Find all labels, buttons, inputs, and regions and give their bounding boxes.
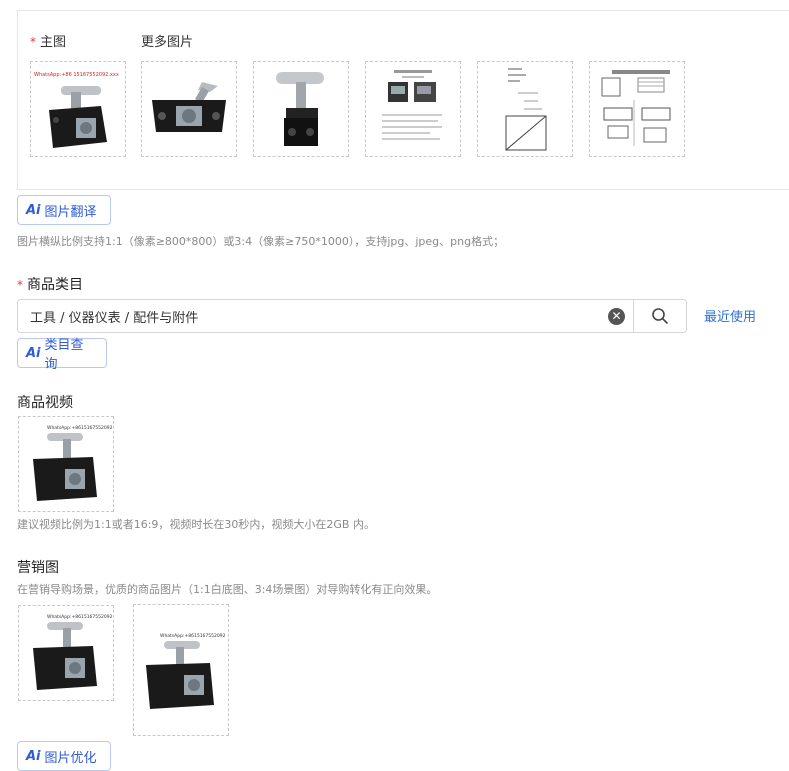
image-translate-button[interactable]: Ai 图片翻译 (17, 195, 111, 225)
video-cover-image: WhatsApp:+8615167552092 (33, 425, 113, 501)
marketing-image-portrait: WhatsApp:+8615167552092 (146, 633, 226, 709)
product-front-image: WhatsApp:+86 15167552092.xxx (34, 72, 119, 148)
more-image-thumb[interactable] (477, 61, 573, 157)
video-thumb[interactable]: WhatsApp:+8615167552092 (18, 416, 114, 512)
more-image-thumb[interactable] (253, 61, 349, 157)
technical-drawing-image (601, 70, 671, 146)
category-query-label: 类目查询 (44, 338, 84, 372)
dimension-drawing-image (505, 68, 547, 151)
search-icon (652, 308, 668, 324)
ai-icon: Ai (26, 748, 41, 764)
main-image-label: * 主图 (30, 35, 67, 50)
category-search-button[interactable] (633, 299, 687, 333)
product-side-image (276, 72, 324, 146)
marketing-image-thumb[interactable]: WhatsApp:+8615167552092 (18, 605, 114, 701)
image-translate-label: 图片翻译 (44, 204, 97, 220)
category-value: 工具 / 仪器仪表 / 配件与附件 (30, 310, 199, 326)
ai-icon: Ai (26, 202, 41, 218)
more-image-thumb[interactable] (589, 61, 685, 157)
product-back-image (152, 82, 226, 132)
watermark-text: WhatsApp:+8615167552092 (47, 425, 113, 431)
image-format-hint: 图片横纵比例支持1:1（像素≥800*800）或3:4（像素≥750*1000）… (17, 235, 505, 248)
marketing-hint: 在营销导购场景，优质的商品图片（1:1白底图、3:4场景图）对导购转化有正向效果… (17, 583, 438, 596)
image-optimize-button[interactable]: Ai 图片优化 (17, 741, 111, 771)
more-images-label: 更多图片 (141, 35, 194, 50)
category-query-button[interactable]: Ai 类目查询 (17, 338, 107, 372)
watermark-text: WhatsApp:+86 15167552092.xxx (34, 72, 119, 78)
ai-icon: Ai (26, 345, 41, 361)
video-hint: 建议视频比例为1:1或者16:9，视频时长在30秒内，视频大小在2GB 内。 (17, 518, 375, 531)
watermark-text: WhatsApp:+8615167552092 (47, 614, 113, 620)
marketing-title: 营销图 (17, 560, 59, 576)
image-optimize-label: 图片优化 (44, 750, 97, 766)
watermark-text: WhatsApp:+8615167552092 (160, 633, 226, 639)
spec-document-image (382, 70, 442, 140)
marketing-image-thumb[interactable]: WhatsApp:+8615167552092 (133, 604, 229, 736)
recent-use-link[interactable]: 最近使用 (704, 306, 756, 325)
main-image-thumb[interactable]: WhatsApp:+86 15167552092.xxx (30, 61, 126, 157)
video-title: 商品视频 (17, 395, 73, 411)
close-circle-icon[interactable]: ✕ (608, 308, 625, 325)
more-image-thumb[interactable] (141, 61, 237, 157)
category-select[interactable]: 工具 / 仪器仪表 / 配件与附件 ✕ (17, 299, 634, 333)
marketing-image-square: WhatsApp:+8615167552092 (33, 614, 113, 690)
category-title: * 商品类目 (17, 277, 83, 293)
more-image-thumb[interactable] (365, 61, 461, 157)
